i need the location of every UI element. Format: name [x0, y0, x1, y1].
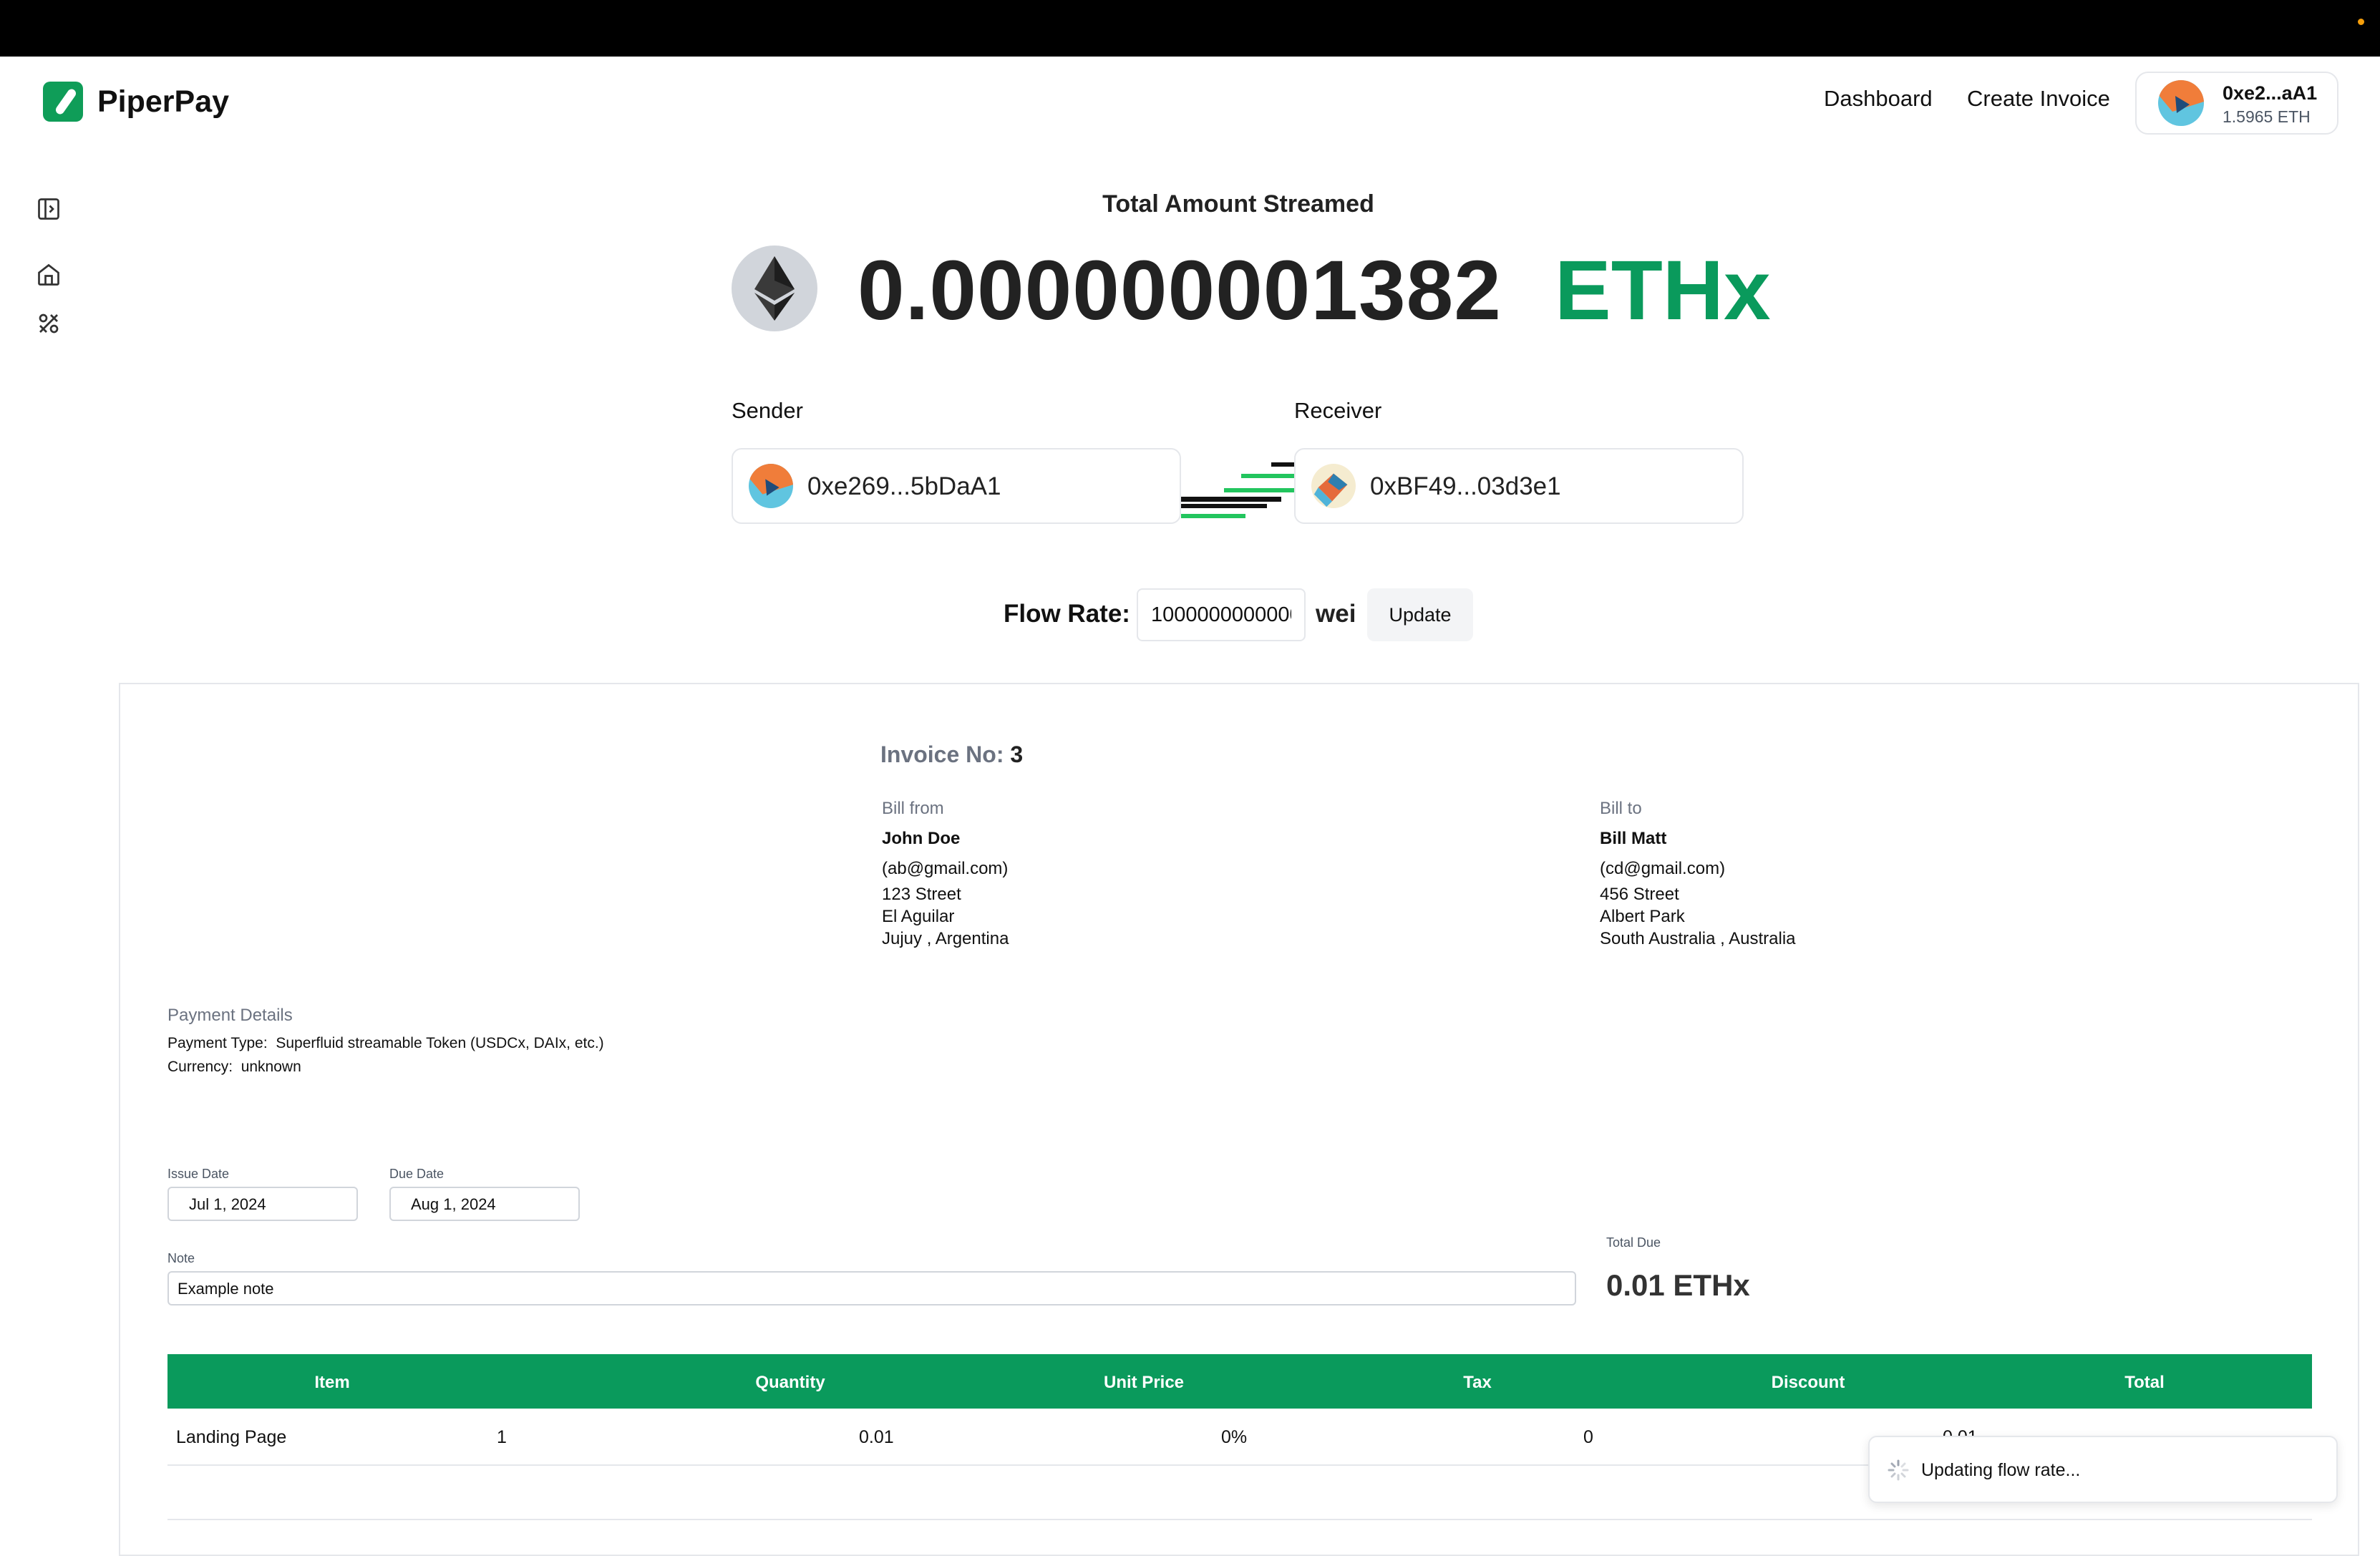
flow-rate-unit: wei	[1316, 600, 1356, 628]
due-date-field[interactable]: Aug 1, 2024	[389, 1187, 580, 1221]
currency-label: Currency:	[167, 1059, 233, 1075]
piperpay-logo-icon	[43, 82, 83, 122]
cell-discount: 0	[1583, 1427, 1593, 1447]
nav-create-invoice-link[interactable]: Create Invoice	[1967, 86, 2110, 112]
cell-tax: 0%	[1221, 1427, 1248, 1447]
bill-from-name: John Doe	[882, 829, 961, 848]
payment-details: Payment Details Payment Type: Superfluid…	[167, 1003, 604, 1079]
col-quantity: Quantity	[755, 1373, 825, 1392]
bill-to-city: Albert Park	[1600, 907, 1685, 926]
wallet-button[interactable]: 0xe2...aA1 1.5965 ETH	[2135, 72, 2338, 135]
wallet-avatar-icon	[2158, 80, 2204, 126]
note-label: Note	[167, 1251, 195, 1265]
items-table-header: Item Quantity Unit Price Tax Discount To…	[167, 1354, 2312, 1409]
bill-to-email: (cd@gmail.com)	[1600, 859, 1726, 878]
note-field[interactable]: Example note	[167, 1271, 1576, 1305]
currency-value: unknown	[241, 1059, 301, 1075]
stream-flow-animation-icon	[1181, 462, 1296, 518]
status-toast: Updating flow rate...	[1868, 1436, 2338, 1503]
bill-from-region: Jujuy , Argentina	[882, 929, 1009, 948]
cell-quantity: 1	[497, 1427, 507, 1447]
receiver-address: 0xBF49...03d3e1	[1370, 472, 1561, 500]
receiver-address-box[interactable]: 0xBF49...03d3e1	[1294, 448, 1744, 524]
sender-avatar-icon	[749, 464, 793, 508]
nav-dashboard-link[interactable]: Dashboard	[1824, 86, 1933, 112]
bill-to-label: Bill to	[1600, 799, 1642, 818]
total-due-label: Total Due	[1606, 1235, 1661, 1250]
wallet-balance: 1.5965 ETH	[2223, 107, 2311, 126]
bill-to-region: South Australia , Australia	[1600, 929, 1796, 948]
payment-details-title: Payment Details	[167, 1006, 293, 1025]
col-unit-price: Unit Price	[1103, 1373, 1185, 1392]
invoice-number: Invoice No: 3	[880, 741, 1023, 768]
due-date-label: Due Date	[389, 1167, 445, 1181]
home-icon[interactable]	[36, 262, 62, 288]
bill-from: Bill from John Doe (ab@gmail.com) 123 St…	[882, 797, 1009, 950]
receiver-label: Receiver	[1294, 398, 1382, 423]
issue-date-field[interactable]: Jul 1, 2024	[167, 1187, 358, 1221]
issue-date-label: Issue Date	[167, 1167, 230, 1181]
ethereum-icon	[732, 245, 817, 331]
update-flow-rate-button[interactable]: Update	[1367, 588, 1473, 641]
cell-item: Landing Page	[176, 1427, 287, 1447]
streamed-token: ETHx	[1555, 243, 1771, 338]
cell-unit-price: 0.01	[859, 1427, 894, 1447]
sender-label: Sender	[732, 398, 803, 423]
bill-from-label: Bill from	[882, 799, 944, 818]
streamed-amount: 0.000000001382	[858, 243, 1502, 338]
bill-to-name: Bill Matt	[1600, 829, 1667, 848]
brand-name: PiperPay	[97, 84, 230, 119]
bill-to: Bill to Bill Matt (cd@gmail.com) 456 Str…	[1600, 797, 1796, 950]
flow-rate-label: Flow Rate:	[1004, 600, 1130, 628]
bill-from-street: 123 Street	[882, 885, 961, 904]
bill-from-city: El Aguilar	[882, 907, 955, 926]
flow-rate-input[interactable]	[1137, 588, 1306, 641]
bill-to-street: 456 Street	[1600, 885, 1679, 904]
col-tax: Tax	[1463, 1373, 1492, 1392]
col-item: Item	[314, 1373, 350, 1392]
toast-message: Updating flow rate...	[1921, 1460, 2081, 1480]
payment-type: Payment Type: Superfluid streamable Toke…	[167, 1031, 604, 1055]
tools-icon[interactable]	[36, 311, 62, 336]
spinner-icon	[1888, 1459, 1909, 1481]
stream-title: Total Amount Streamed	[1102, 190, 1374, 218]
system-top-bar	[0, 0, 2380, 57]
bill-from-email: (ab@gmail.com)	[882, 859, 1009, 878]
invoice-number-label: Invoice No:	[880, 741, 1004, 767]
payment-type-value: Superfluid streamable Token (USDCx, DAIx…	[276, 1035, 604, 1051]
col-total: Total	[2124, 1373, 2165, 1392]
receiver-avatar-icon	[1311, 464, 1356, 508]
total-due-value: 0.01 ETHx	[1606, 1268, 1750, 1302]
recording-indicator-icon	[2358, 19, 2364, 25]
sender-address: 0xe269...5bDaA1	[807, 472, 1001, 500]
col-discount: Discount	[1771, 1373, 1845, 1392]
payment-type-label: Payment Type:	[167, 1035, 268, 1051]
sender-address-box[interactable]: 0xe269...5bDaA1	[732, 448, 1181, 524]
payment-currency: Currency: unknown	[167, 1055, 604, 1079]
wallet-address: 0xe2...aA1	[2223, 82, 2318, 104]
invoice-number-value: 3	[1010, 741, 1024, 767]
brand[interactable]: PiperPay	[43, 82, 229, 122]
table-divider	[167, 1519, 2312, 1520]
